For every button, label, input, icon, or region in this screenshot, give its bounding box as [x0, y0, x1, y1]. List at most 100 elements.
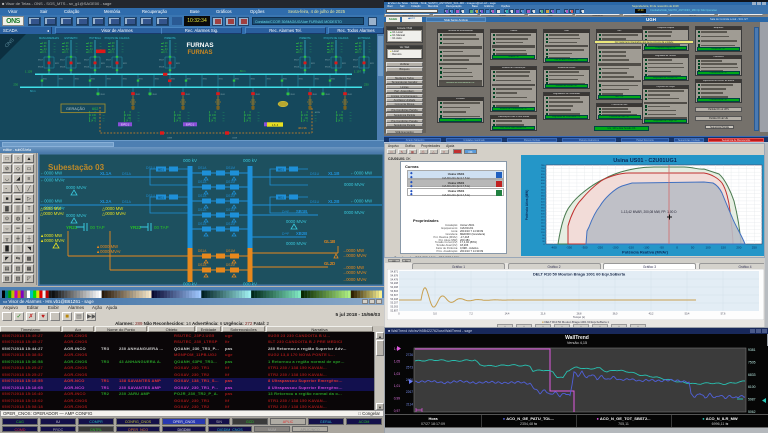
svg-text:im: im: [175, 49, 177, 51]
svg-text:8941: 8941: [153, 94, 157, 96]
svg-text:230: 230: [13, 83, 18, 87]
svg-text:YR21: YR21: [66, 225, 78, 230]
svg-text:14 .0: 14 .0: [337, 120, 343, 123]
svg-text:▍: ▍: [243, 114, 246, 117]
svg-text:DS1U: DS1U: [146, 166, 156, 170]
svg-text:200: 200: [736, 246, 741, 250]
svg-text:im: im: [138, 118, 140, 120]
svg-text:im: im: [341, 46, 343, 48]
svg-text:←0000 MVAr: ←0000 MVAr: [40, 178, 65, 183]
svg-text:14 .0: 14 .0: [90, 120, 96, 123]
svg-text:▲0000 MVAr: ▲0000 MVAr: [40, 238, 65, 243]
svg-text:DS1A: DS1A: [198, 208, 207, 212]
svg-text:2114: 2114: [406, 403, 413, 407]
svg-text:89218: 89218: [60, 67, 65, 69]
svg-text:im: im: [315, 115, 317, 117]
svg-text:im: im: [54, 43, 56, 45]
svg-text:54,478: 54,478: [390, 278, 398, 281]
svg-text:89217: 89217: [294, 60, 299, 62]
svg-text:1 197: 1 197: [354, 70, 361, 74]
svg-text:im: im: [350, 112, 352, 114]
svg-text:ENTRADA: ENTRADA: [358, 36, 371, 40]
svg-text:89218: 89218: [159, 67, 164, 69]
svg-text:im: im: [103, 121, 105, 123]
svg-text:8921: 8921: [123, 63, 127, 65]
svg-text:im: im: [103, 118, 105, 120]
svg-text:→0000 MVAr: →0000 MVAr: [342, 270, 367, 275]
svg-text:8931: 8931: [139, 79, 143, 81]
svg-text:8931: 8931: [315, 79, 319, 81]
svg-text:54,008: 54,008: [390, 286, 398, 289]
svg-text:←0000 MW: ←0000 MW: [350, 171, 372, 176]
svg-text:0000 MVAr: 0000 MVAr: [66, 185, 87, 190]
svg-text:54,208: 54,208: [390, 282, 398, 285]
svg-text:89217: 89217: [353, 60, 358, 62]
svg-text:GL1B: GL1B: [324, 239, 335, 244]
svg-text:im: im: [341, 52, 343, 54]
svg-text:000 kV: 000 kV: [183, 282, 197, 287]
svg-text:ITUTINGA: ITUTINGA: [89, 36, 101, 40]
svg-text:8931: 8931: [107, 79, 111, 81]
svg-text:6100: 6100: [748, 385, 756, 389]
svg-text:XL2B: XL2B: [328, 199, 340, 204]
svg-text:21,6: 21,6: [541, 313, 546, 316]
svg-text:im: im: [258, 112, 260, 114]
svg-text:PIMENTA: PIMENTA: [164, 36, 176, 40]
svg-text:FURNAS: FURNAS: [186, 42, 214, 49]
svg-text:8941: 8941: [291, 94, 295, 96]
svg-text:im: im: [369, 43, 371, 45]
svg-text:8921: 8921: [176, 63, 180, 65]
svg-text:89217: 89217: [38, 60, 43, 62]
svg-text:8931: 8931: [235, 79, 239, 81]
svg-text:im: im: [76, 43, 78, 45]
svg-text:im: im: [175, 46, 177, 48]
svg-text:8931: 8931: [283, 79, 287, 81]
svg-text:▍: ▍: [208, 114, 211, 117]
svg-text:D**F: D**F: [282, 232, 289, 236]
svg-text:8941: 8941: [313, 94, 317, 96]
svg-text:54,678: 54,678: [390, 274, 398, 277]
svg-text:9381: 9381: [748, 348, 756, 352]
svg-text:im: im: [188, 118, 190, 120]
svg-text:→0000 MVAr: →0000 MVAr: [342, 277, 367, 282]
svg-text:000 kV: 000 kV: [243, 158, 257, 163]
svg-text:im: im: [315, 118, 317, 120]
svg-text:im: im: [122, 52, 124, 54]
svg-text:im: im: [258, 115, 260, 117]
svg-text:8931: 8931: [299, 79, 303, 81]
svg-text:1,05: 1,05: [394, 359, 400, 363]
svg-text:89217: 89217: [325, 60, 330, 62]
svg-text:89217: 89217: [106, 60, 111, 62]
svg-text:14 .0: 14 .0: [302, 120, 308, 123]
svg-text:8931: 8931: [267, 79, 271, 81]
svg-text:im: im: [76, 52, 78, 54]
svg-text:BD1: BD1: [158, 168, 164, 172]
svg-text:2573: 2573: [406, 365, 413, 369]
svg-text:8931: 8931: [203, 79, 207, 81]
svg-text:←0000 MW: ←0000 MW: [350, 199, 372, 204]
svg-text:△0000 MVAr: △0000 MVAr: [40, 211, 64, 216]
svg-text:DS1M: DS1M: [226, 180, 235, 184]
svg-text:-200: -200: [612, 246, 618, 250]
svg-text:△0000 MVAr: △0000 MVAr: [102, 211, 126, 216]
svg-text:XL1A: XL1A: [100, 171, 112, 176]
svg-text:Usina US01 - C2U01UG1: Usina US01 - C2U01UG1: [613, 158, 677, 164]
svg-text:8931: 8931: [91, 79, 95, 81]
svg-text:8921: 8921: [370, 63, 374, 65]
svg-text:MASCARENHAS: MASCARENHAS: [39, 36, 59, 40]
svg-text:DS1A: DS1A: [198, 222, 207, 226]
svg-text:im: im: [341, 43, 343, 45]
svg-text:8931: 8931: [155, 79, 159, 81]
svg-text:6833: 6833: [748, 373, 756, 377]
svg-text:▍: ▍: [243, 120, 246, 123]
svg-text:8941: 8941: [101, 94, 105, 96]
svg-text:8931: 8931: [171, 79, 175, 81]
svg-text:▍: ▍: [123, 120, 126, 123]
svg-text:-250: -250: [597, 246, 603, 250]
svg-text:im: im: [223, 112, 225, 114]
svg-text:8921: 8921: [101, 63, 105, 65]
svg-text:Potência Reativa (MVAr): Potência Reativa (MVAr): [622, 250, 669, 255]
svg-text:DELT R10 50 Mouton Braga 1001: DELT R10 50 Mouton Braga 1001 60 Eqv.SoB…: [533, 272, 626, 277]
svg-text:▍: ▍: [335, 120, 338, 123]
svg-text:PIMENTA: PIMENTA: [299, 36, 311, 40]
